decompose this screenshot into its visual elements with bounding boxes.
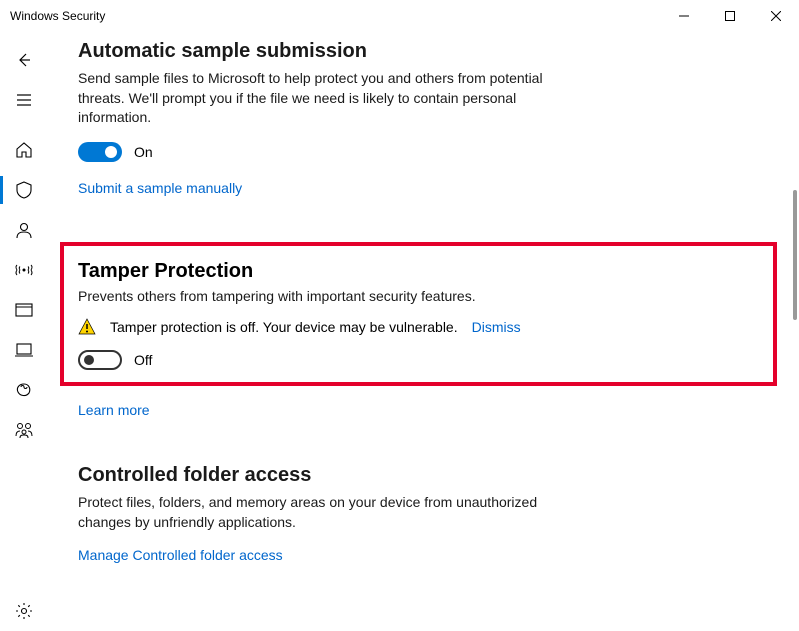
section-tamper-protection: Tamper Protection Prevents others from t…	[78, 242, 759, 421]
section-automatic-sample-submission: Automatic sample submission Send sample …	[78, 40, 759, 198]
sidebar-item-firewall[interactable]	[0, 250, 48, 290]
section-title: Tamper Protection	[78, 260, 759, 283]
submit-sample-link[interactable]: Submit a sample manually	[78, 180, 242, 196]
tamper-toggle[interactable]	[78, 350, 122, 370]
section-description: Send sample files to Microsoft to help p…	[78, 69, 558, 128]
sidebar-item-family[interactable]	[0, 410, 48, 450]
sidebar-item-device-security[interactable]	[0, 330, 48, 370]
toggle-label: On	[134, 144, 153, 160]
dismiss-link[interactable]: Dismiss	[472, 319, 521, 335]
sidebar-item-settings[interactable]	[0, 591, 48, 631]
maximize-button[interactable]	[707, 0, 753, 32]
toggle-label: Off	[134, 352, 152, 368]
sidebar-item-account[interactable]	[0, 210, 48, 250]
section-title: Automatic sample submission	[78, 40, 759, 63]
section-controlled-folder-access: Controlled folder access Protect files, …	[78, 464, 759, 564]
menu-button[interactable]	[0, 80, 48, 120]
main-content: Automatic sample submission Send sample …	[48, 32, 799, 631]
sidebar-item-home[interactable]	[0, 130, 48, 170]
warning-text: Tamper protection is off. Your device ma…	[110, 319, 458, 335]
sidebar	[0, 32, 48, 631]
window-title: Windows Security	[10, 9, 105, 23]
sidebar-item-device-performance[interactable]	[0, 370, 48, 410]
scrollbar[interactable]	[793, 190, 797, 320]
titlebar: Windows Security	[0, 0, 799, 32]
section-title: Controlled folder access	[78, 464, 759, 487]
sidebar-item-virus-protection[interactable]	[0, 170, 48, 210]
sidebar-item-app-browser[interactable]	[0, 290, 48, 330]
tamper-warning-row: Tamper protection is off. Your device ma…	[78, 318, 759, 336]
section-description: Protect files, folders, and memory areas…	[78, 493, 558, 532]
manage-controlled-folder-link[interactable]: Manage Controlled folder access	[78, 547, 283, 563]
minimize-button[interactable]	[661, 0, 707, 32]
auto-sample-toggle[interactable]	[78, 142, 122, 162]
warning-icon	[78, 318, 96, 336]
section-description: Prevents others from tampering with impo…	[78, 287, 558, 307]
window-controls	[661, 0, 799, 32]
back-button[interactable]	[0, 40, 48, 80]
learn-more-link[interactable]: Learn more	[78, 402, 150, 418]
tamper-highlight: Tamper Protection Prevents others from t…	[60, 242, 777, 387]
close-button[interactable]	[753, 0, 799, 32]
